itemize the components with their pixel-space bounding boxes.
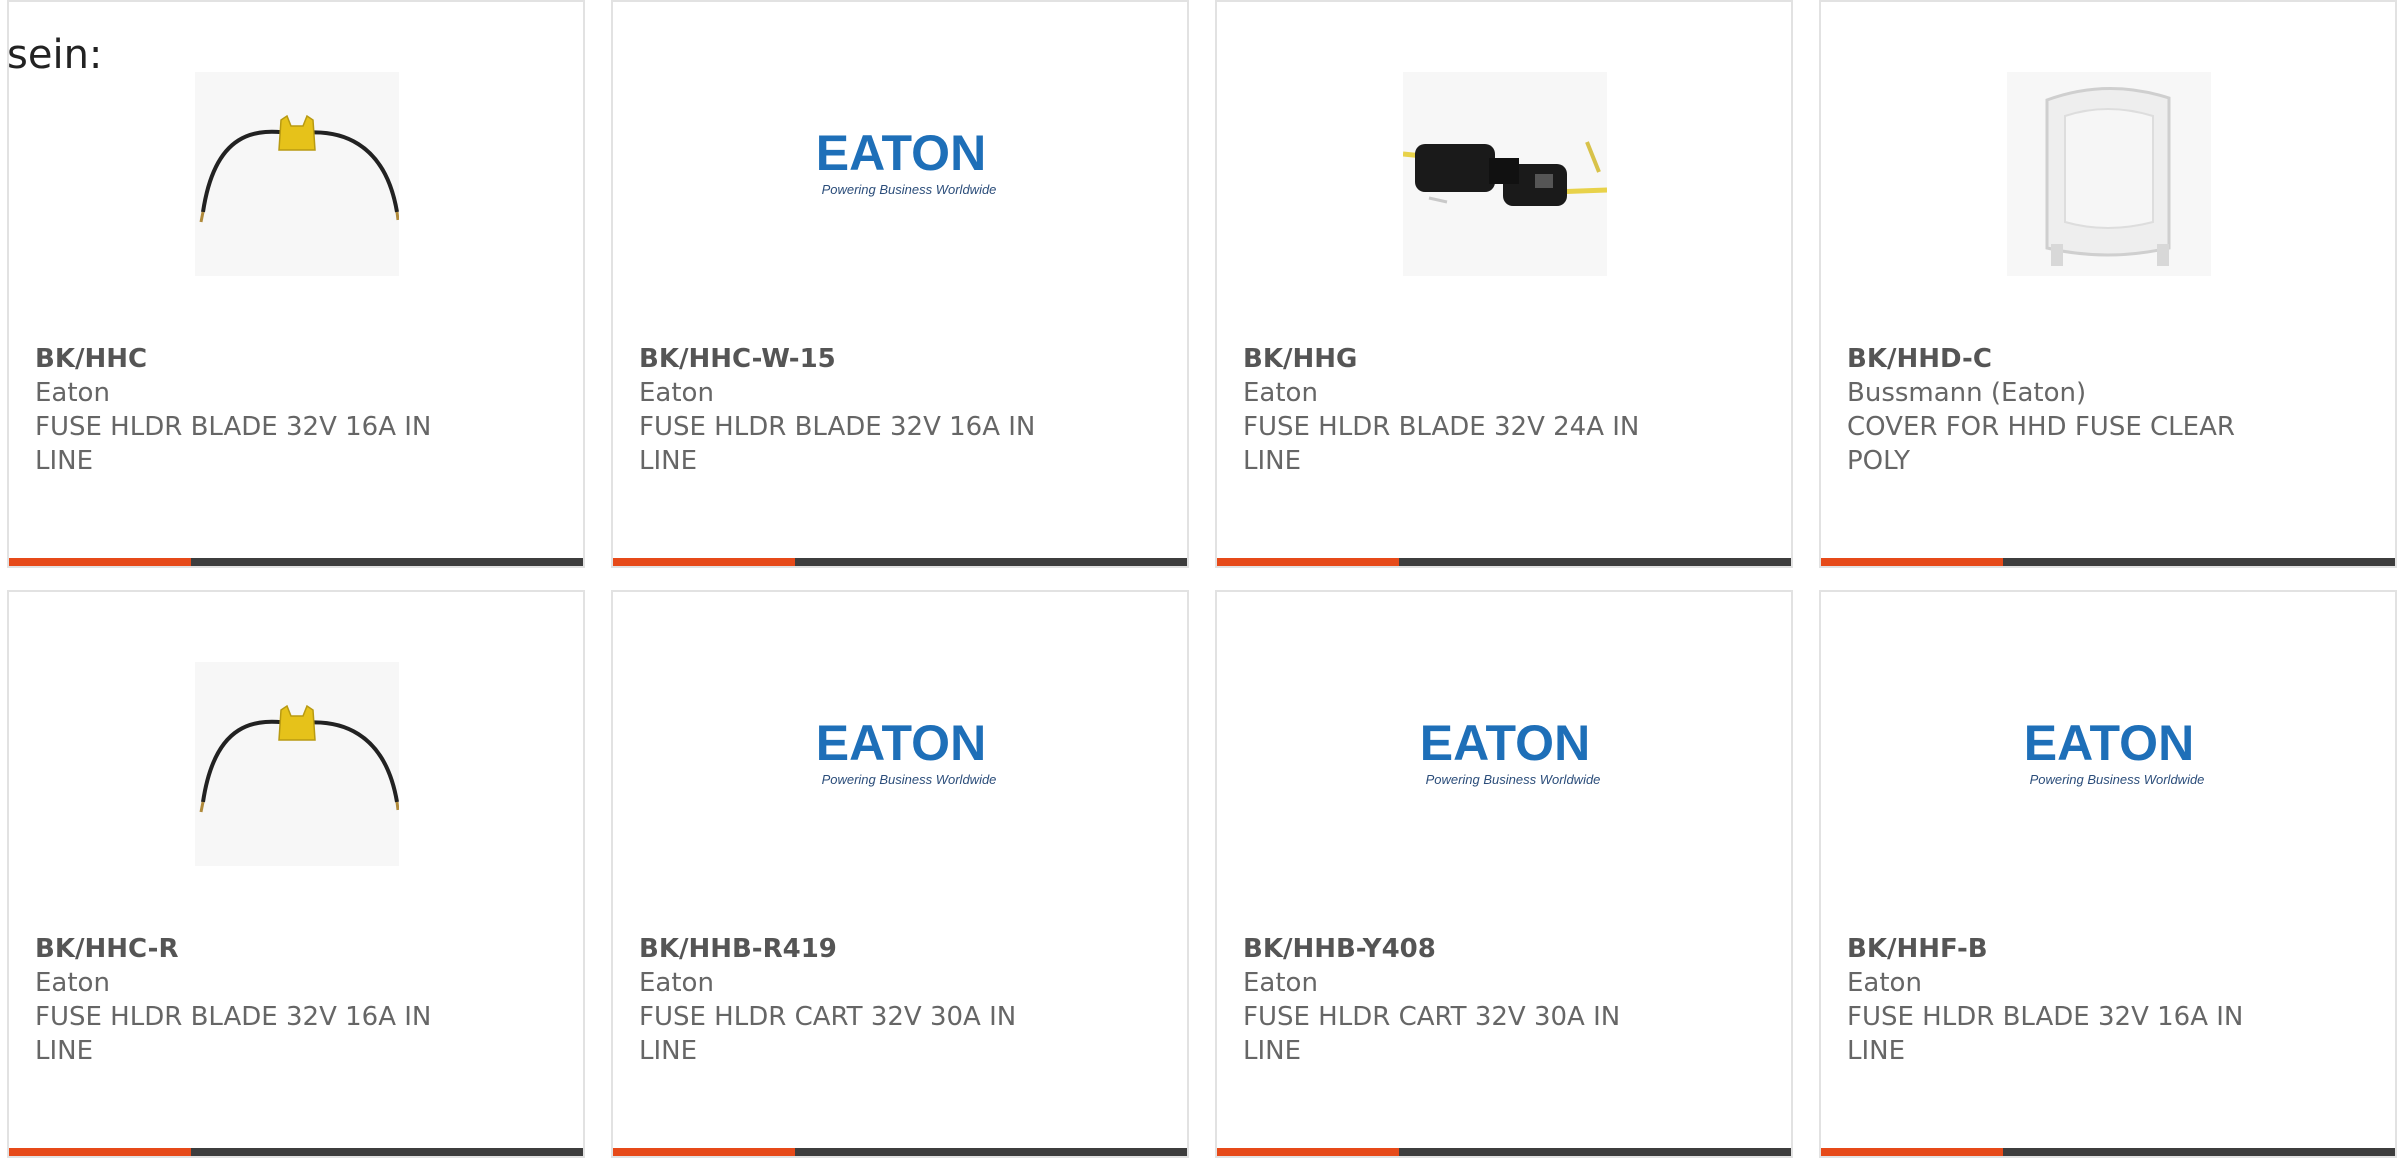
product-part-number[interactable]: BK/HHC: [35, 342, 465, 376]
product-description: FUSE HLDR BLADE 32V 16A IN LINE: [35, 1002, 432, 1066]
card-footer-accent: [1821, 1148, 2003, 1156]
fuse-holder-photo: [1403, 141, 1607, 206]
product-manufacturer: Eaton: [1243, 968, 1318, 998]
product-description: FUSE HLDR BLADE 32V 16A IN LINE: [35, 412, 432, 476]
clear-cover-photo: [2045, 87, 2171, 266]
product-card[interactable]: EATON Powering Business Worldwide BK/HHB-…: [611, 590, 1189, 1158]
product-part-number[interactable]: BK/HHC-W-15: [639, 342, 1069, 376]
card-footer-accent: [613, 1148, 795, 1156]
card-footer-bar: [1821, 1148, 2395, 1156]
card-footer-bar: [1821, 558, 2395, 566]
card-footer-bar: [613, 558, 1187, 566]
card-footer-bar: [9, 558, 583, 566]
product-part-number[interactable]: BK/HHG: [1243, 342, 1673, 376]
card-footer-bar: [1217, 1148, 1791, 1156]
product-image[interactable]: [2007, 72, 2211, 276]
product-manufacturer: Eaton: [35, 378, 110, 408]
product-part-number[interactable]: BK/HHB-Y408: [1243, 932, 1673, 966]
product-card[interactable]: BK/HHC-R Eaton FUSE HLDR BLADE 32V 16A I…: [7, 590, 585, 1158]
product-description: FUSE HLDR BLADE 32V 16A IN LINE: [639, 412, 1036, 476]
fuse-holder-photo: [199, 114, 399, 223]
eaton-logo: EATONPowering Business Worldwide: [2024, 715, 2205, 787]
product-description: FUSE HLDR BLADE 32V 24A IN LINE: [1243, 412, 1640, 476]
product-description: FUSE HLDR CART 32V 30A IN LINE: [1243, 1002, 1621, 1066]
product-part-number[interactable]: BK/HHB-R419: [639, 932, 1069, 966]
card-footer-accent: [9, 558, 191, 566]
eaton-logo: EATONPowering Business Worldwide: [1420, 715, 1601, 787]
product-card[interactable]: BK/HHD-C Bussmann (Eaton) COVER FOR HHD …: [1819, 0, 2397, 568]
product-manufacturer: Bussmann (Eaton): [1847, 378, 2087, 408]
product-card[interactable]: EATON Powering Business Worldwide BK/HHF-…: [1819, 590, 2397, 1158]
svg-text:Powering Business Worldwide: Powering Business Worldwide: [822, 772, 997, 787]
svg-text:EATON: EATON: [816, 715, 986, 771]
product-description: FUSE HLDR CART 32V 30A IN LINE: [639, 1002, 1017, 1066]
product-part-number[interactable]: BK/HHC-R: [35, 932, 465, 966]
product-card[interactable]: EATON Powering Business Worldwide BK/HHC-…: [611, 0, 1189, 568]
product-image[interactable]: EATON Powering Business Worldwide: [2007, 662, 2211, 866]
product-description: FUSE HLDR BLADE 32V 16A IN LINE: [1847, 1002, 2244, 1066]
product-image[interactable]: [195, 72, 399, 276]
product-card[interactable]: BK/HHG Eaton FUSE HLDR BLADE 32V 24A IN …: [1215, 0, 1793, 568]
product-manufacturer: Eaton: [639, 378, 714, 408]
svg-text:EATON: EATON: [2024, 715, 2194, 771]
svg-text:EATON: EATON: [816, 125, 986, 181]
product-image[interactable]: [195, 662, 399, 866]
card-footer-bar: [613, 1148, 1187, 1156]
svg-text:EATON: EATON: [1420, 715, 1590, 771]
eaton-logo: EATONPowering Business Worldwide: [816, 125, 997, 197]
card-footer-accent: [1821, 558, 2003, 566]
product-manufacturer: Eaton: [1243, 378, 1318, 408]
card-footer-bar: [9, 1148, 583, 1156]
svg-text:Powering Business Worldwide: Powering Business Worldwide: [822, 182, 997, 197]
svg-text:Powering Business Worldwide: Powering Business Worldwide: [1426, 772, 1601, 787]
card-footer-bar: [1217, 558, 1791, 566]
product-manufacturer: Eaton: [639, 968, 714, 998]
svg-text:Powering Business Worldwide: Powering Business Worldwide: [2030, 772, 2205, 787]
intro-text: sein:: [7, 32, 103, 78]
card-footer-accent: [1217, 1148, 1399, 1156]
product-part-number[interactable]: BK/HHF-B: [1847, 932, 2277, 966]
fuse-holder-photo: [199, 704, 399, 813]
product-image[interactable]: [1403, 72, 1607, 276]
product-description: COVER FOR HHD FUSE CLEAR POLY: [1847, 412, 2235, 476]
card-footer-accent: [613, 558, 795, 566]
product-part-number[interactable]: BK/HHD-C: [1847, 342, 2277, 376]
product-image[interactable]: EATON Powering Business Worldwide: [799, 662, 1003, 866]
product-manufacturer: Eaton: [35, 968, 110, 998]
product-grid: BK/HHC Eaton FUSE HLDR BLADE 32V 16A IN …: [0, 0, 2400, 1160]
card-footer-accent: [9, 1148, 191, 1156]
product-card[interactable]: BK/HHC Eaton FUSE HLDR BLADE 32V 16A IN …: [7, 0, 585, 568]
eaton-logo: EATONPowering Business Worldwide: [816, 715, 997, 787]
product-manufacturer: Eaton: [1847, 968, 1922, 998]
product-card[interactable]: EATON Powering Business Worldwide BK/HHB-…: [1215, 590, 1793, 1158]
product-image[interactable]: EATON Powering Business Worldwide: [799, 72, 1003, 276]
product-image[interactable]: EATON Powering Business Worldwide: [1403, 662, 1607, 866]
card-footer-accent: [1217, 558, 1399, 566]
